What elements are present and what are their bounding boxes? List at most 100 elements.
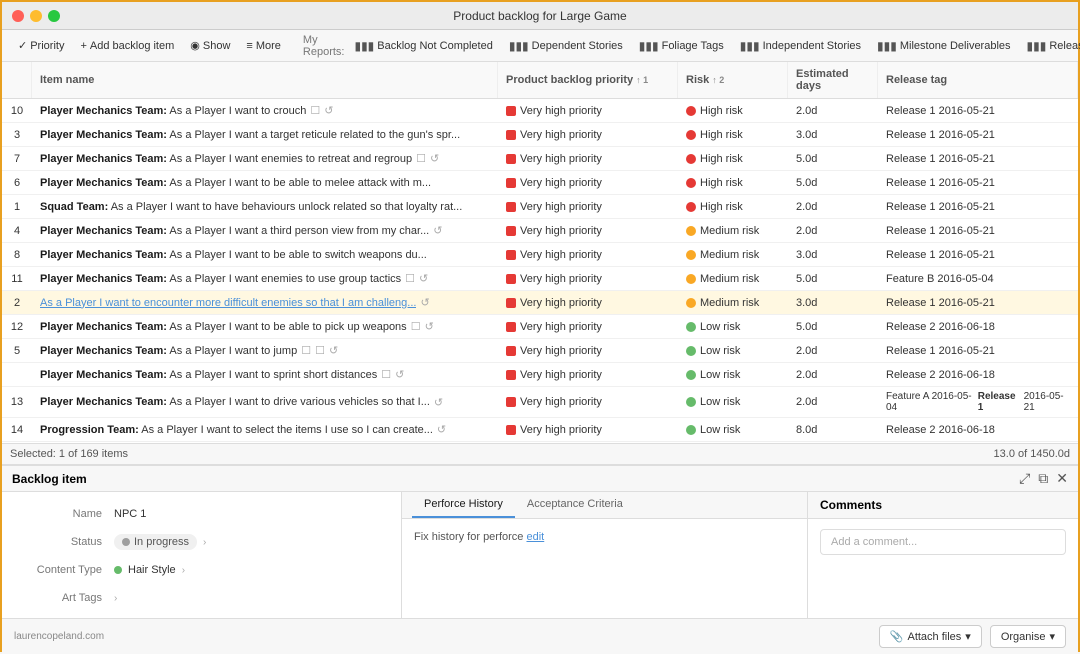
row-days: 3.0d xyxy=(788,123,878,146)
close-panel-icon[interactable]: ✕ xyxy=(1056,470,1068,487)
link-icon[interactable]: ↺ xyxy=(419,272,428,285)
table-row[interactable]: 6 Player Mechanics Team: As a Player I w… xyxy=(2,171,1078,195)
table-row[interactable]: 12 Player Mechanics Team: As a Player I … xyxy=(2,315,1078,339)
row-days: 5.0d xyxy=(788,147,878,170)
art-tags-value[interactable]: › xyxy=(114,593,389,604)
row-release: Release 1 2016-05-21 xyxy=(878,171,1078,194)
th-item-name[interactable]: Item name xyxy=(32,62,498,98)
table-row[interactable]: 11 Player Mechanics Team: As a Player I … xyxy=(2,267,1078,291)
toolbar: ✓ Priority + Add backlog item ◉ Show ≡ M… xyxy=(2,30,1078,62)
link-icon[interactable]: ↺ xyxy=(420,296,429,309)
priority-indicator xyxy=(506,322,516,332)
table-row[interactable]: 3 Player Mechanics Team: As a Player I w… xyxy=(2,123,1078,147)
link-icon[interactable]: ↺ xyxy=(434,396,443,409)
status-bubble[interactable]: In progress xyxy=(114,534,197,550)
checkbox-icon[interactable]: ☐ xyxy=(405,272,415,285)
tab-content: Fix history for perforce edit xyxy=(402,519,807,555)
row-num: 14 xyxy=(2,418,32,441)
table-row[interactable]: 8 Player Mechanics Team: As a Player I w… xyxy=(2,243,1078,267)
name-value[interactable]: NPC 1 xyxy=(114,508,389,520)
expand-icon[interactable]: ⤢ xyxy=(1019,470,1030,487)
toolbar-more[interactable]: ≡ More xyxy=(240,37,286,55)
table-row[interactable]: 7 Player Mechanics Team: As a Player I w… xyxy=(2,147,1078,171)
table-row[interactable]: 4 Player Mechanics Team: As a Player I w… xyxy=(2,219,1078,243)
link-icon[interactable]: ↺ xyxy=(324,104,333,117)
plus-icon: + xyxy=(80,40,86,52)
table-body: 10 Player Mechanics Team: As a Player I … xyxy=(2,99,1078,443)
attach-icon: 📎 xyxy=(890,630,904,643)
link-icon[interactable]: ↺ xyxy=(437,423,446,436)
th-risk[interactable]: Risk ↑ 2 xyxy=(678,62,788,98)
link-icon[interactable]: ↺ xyxy=(430,152,439,165)
table-row[interactable]: 10 Player Mechanics Team: As a Player I … xyxy=(2,99,1078,123)
table-row[interactable]: Player Mechanics Team: As a Player I wan… xyxy=(2,363,1078,387)
link-icon[interactable]: ↺ xyxy=(329,344,338,357)
add-comment-input[interactable]: Add a comment... xyxy=(820,529,1066,555)
th-release[interactable]: Release tag xyxy=(878,62,1078,98)
table-row[interactable]: 1 Squad Team: As a Player I want to have… xyxy=(2,195,1078,219)
status-value[interactable]: In progress › xyxy=(114,534,389,550)
popout-icon[interactable]: ⧉ xyxy=(1038,470,1048,487)
row-item-name: Squad Team: As a Player I want to have b… xyxy=(32,195,498,218)
priority-indicator xyxy=(506,250,516,260)
minimize-button[interactable] xyxy=(30,10,42,22)
toolbar-release1-status[interactable]: ▮▮▮ Release 1 Status xyxy=(1021,36,1080,56)
risk-indicator xyxy=(686,397,696,407)
status-arrow[interactable]: › xyxy=(203,537,206,548)
link-icon[interactable]: ↺ xyxy=(395,368,404,381)
row-days: 5.0d xyxy=(788,267,878,290)
row-days: 2.0d xyxy=(788,195,878,218)
toolbar-independent-stories[interactable]: ▮▮▮ Independent Stories xyxy=(734,36,867,56)
risk-indicator xyxy=(686,425,696,435)
link-icon[interactable]: ↺ xyxy=(433,224,442,237)
th-days[interactable]: Estimated days xyxy=(788,62,878,98)
comments-header: Comments xyxy=(808,492,1078,519)
selected-count: Selected: 1 of 169 items xyxy=(10,448,128,460)
perforce-link[interactable]: edit xyxy=(526,531,544,543)
link-icon[interactable]: ↺ xyxy=(425,320,434,333)
th-priority[interactable]: Product backlog priority ↑ 1 xyxy=(498,62,678,98)
checkbox-icon[interactable]: ☐ xyxy=(310,104,320,117)
maximize-button[interactable] xyxy=(48,10,60,22)
chart-icon-2: ▮▮▮ xyxy=(509,39,529,53)
row-item-name: Progression Team: As a Player I want to … xyxy=(32,418,498,441)
row-release: Release 1 2016-05-21 xyxy=(878,339,1078,362)
row-num: 13 xyxy=(2,387,32,417)
table-row[interactable]: 13 Player Mechanics Team: As a Player I … xyxy=(2,387,1078,418)
toolbar-foliage-tags[interactable]: ▮▮▮ Foliage Tags xyxy=(633,36,730,56)
row-num: 8 xyxy=(2,243,32,266)
checkbox-icon[interactable]: ☐ xyxy=(411,320,421,333)
close-button[interactable] xyxy=(12,10,24,22)
row-days: 2.0d xyxy=(788,339,878,362)
toolbar-show[interactable]: ◉ Show xyxy=(184,36,236,55)
row-risk: Medium risk xyxy=(678,267,788,290)
table-row[interactable]: 14 Progression Team: As a Player I want … xyxy=(2,418,1078,442)
content-type-arrow[interactable]: › xyxy=(182,565,185,576)
toolbar-milestone[interactable]: ▮▮▮ Milestone Deliverables xyxy=(871,36,1016,56)
row-item-name: Player Mechanics Team: As a Player I wan… xyxy=(32,123,498,146)
checkbox-icon[interactable]: ☐ xyxy=(301,344,311,357)
toolbar-add-backlog[interactable]: + Add backlog item xyxy=(74,37,180,55)
checkbox-icon2[interactable]: ☐ xyxy=(315,344,325,357)
checkbox-icon[interactable]: ☐ xyxy=(381,368,391,381)
toolbar-dependent-stories[interactable]: ▮▮▮ Dependent Stories xyxy=(503,36,629,56)
table-area: Item name Product backlog priority ↑ 1 R… xyxy=(2,62,1078,443)
toolbar-priority[interactable]: ✓ Priority xyxy=(12,36,70,55)
checkbox-icon[interactable]: ☐ xyxy=(416,152,426,165)
content-type-value[interactable]: Hair Style › xyxy=(114,564,389,576)
row-risk: Low risk xyxy=(678,339,788,362)
table-row[interactable]: 2 As a Player I want to encounter more d… xyxy=(2,291,1078,315)
table-row[interactable]: 5 Player Mechanics Team: As a Player I w… xyxy=(2,339,1078,363)
art-tags-label: Art Tags xyxy=(14,592,114,604)
tab-perforce-history[interactable]: Perforce History xyxy=(412,492,515,518)
tab-acceptance-criteria[interactable]: Acceptance Criteria xyxy=(515,492,635,518)
row-risk: High risk xyxy=(678,147,788,170)
website-label: laurencopeland.com xyxy=(14,631,104,642)
art-tags-arrow[interactable]: › xyxy=(114,593,117,604)
row-item-name: Player Mechanics Team: As a Player I wan… xyxy=(32,99,498,122)
toolbar-backlog-not-completed[interactable]: ▮▮▮ Backlog Not Completed xyxy=(348,36,498,56)
total-days: 13.0 of 1450.0d xyxy=(994,448,1070,460)
organise-button[interactable]: Organise ▾ xyxy=(990,625,1066,648)
attach-files-button[interactable]: 📎 Attach files ▾ xyxy=(879,625,982,648)
title-bar: Product backlog for Large Game xyxy=(2,2,1078,30)
